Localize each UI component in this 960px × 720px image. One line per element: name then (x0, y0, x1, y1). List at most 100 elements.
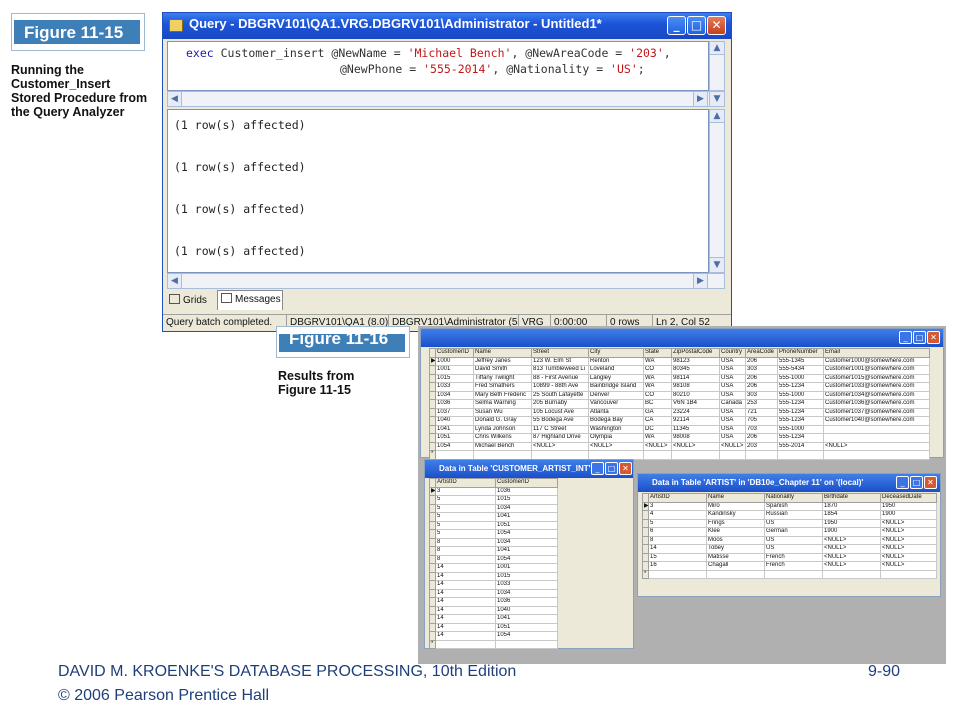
table-row[interactable]: 1015 Tiffany Twilight 88 - First Avenue Lan… (429, 373, 930, 383)
table-row[interactable]: 1040 Donald G. Gray 55 Bodega Ave Bodega Ba… (429, 416, 930, 426)
messages-vscroll[interactable] (709, 109, 725, 273)
table-cell[interactable]: Tobey (706, 544, 765, 554)
table-row[interactable]: 1051 Chris Wilkens 87 Highland Drive Olympi… (429, 433, 930, 443)
table-row[interactable]: 8 1034 (429, 537, 558, 547)
table-cell[interactable]: 14 (435, 588, 496, 598)
messages-scroll-right-button[interactable]: ▶ (693, 273, 708, 289)
table-cell[interactable]: 1051 (495, 520, 558, 530)
table-cell[interactable]: 14 (435, 622, 496, 632)
table-cell[interactable]: <NULL> (822, 544, 881, 554)
new-record-row[interactable]: * (642, 569, 937, 579)
table-cell[interactable]: Chris Wilkens (473, 433, 532, 443)
table-cell[interactable]: <NULL> (822, 535, 881, 545)
column-header[interactable]: Name (706, 493, 765, 503)
table-cell[interactable]: 8 (435, 537, 496, 547)
table-cell[interactable]: 1034 (435, 390, 474, 400)
table-cell[interactable]: German (764, 527, 823, 537)
table-cell[interactable]: 1034 (495, 588, 558, 598)
column-header[interactable]: State (643, 348, 672, 358)
table-cell[interactable]: 23224 (671, 407, 720, 417)
table-cell[interactable]: USA (719, 382, 746, 392)
table-cell[interactable]: 80210 (671, 390, 720, 400)
customer-grid-minimize-button[interactable]: _ (899, 331, 912, 344)
table-cell[interactable] (823, 433, 930, 443)
table-row[interactable]: 14 1041 (429, 614, 558, 624)
row-selector[interactable]: ▶ (429, 486, 436, 496)
table-cell[interactable]: 4 (648, 510, 707, 520)
table-cell[interactable] (531, 450, 589, 460)
column-header[interactable]: ZipPostalCode (671, 348, 720, 358)
table-cell[interactable]: USA (719, 433, 746, 443)
table-cell[interactable]: 1054 (495, 529, 558, 539)
new-record-row[interactable]: * (429, 450, 930, 460)
table-cell[interactable]: <NULL> (719, 441, 746, 451)
artist-grid-close-button[interactable]: ✕ (924, 476, 937, 489)
table-cell[interactable]: 14 (435, 614, 496, 624)
messages-pane[interactable]: (1 row(s) affected) (1 row(s) affected) … (167, 109, 709, 273)
table-cell[interactable]: 1015 (495, 495, 558, 505)
column-header[interactable]: Country (719, 348, 746, 358)
table-cell[interactable]: 87 Highland Drive (531, 433, 589, 443)
table-cell[interactable]: Jeffrey Janes (473, 356, 532, 366)
table-cell[interactable] (473, 450, 532, 460)
table-cell[interactable]: Russian (764, 510, 823, 520)
table-cell[interactable]: Matisse (706, 552, 765, 562)
table-cell[interactable]: V6N 1B4 (671, 399, 720, 409)
customer-grid-maximize-button[interactable]: □ (913, 331, 926, 344)
table-cell[interactable]: Loveland (588, 365, 644, 375)
table-row[interactable]: 15 Matisse French <NULL> <NULL> (642, 552, 937, 562)
table-cell[interactable] (588, 450, 644, 460)
table-cell[interactable]: 1040 (435, 416, 474, 426)
table-cell[interactable]: Customer1034@somewhere.com (823, 390, 930, 400)
table-cell[interactable]: 555-1234 (777, 407, 824, 417)
table-cell[interactable]: CO (643, 365, 672, 375)
table-cell[interactable] (648, 569, 707, 579)
table-row[interactable]: 14 1036 (429, 597, 558, 607)
table-cell[interactable]: 721 (745, 407, 778, 417)
table-cell[interactable]: <NULL> (880, 561, 937, 571)
table-row[interactable]: 5 1034 (429, 503, 558, 513)
table-cell[interactable]: WA (643, 382, 672, 392)
column-header[interactable]: Email (823, 348, 930, 358)
table-cell[interactable]: 1033 (495, 580, 558, 590)
editor-scroll-left-button[interactable]: ◀ (167, 91, 182, 107)
messages-scroll-left-button[interactable]: ◀ (167, 273, 182, 289)
table-cell[interactable]: 555-2014 (777, 441, 824, 451)
table-cell[interactable]: 1041 (435, 424, 474, 434)
table-row[interactable]: 14 1001 (429, 563, 558, 573)
ca-grid-minimize-button[interactable]: _ (591, 462, 604, 475)
ca-grid-maximize-button[interactable]: □ (605, 462, 618, 475)
table-cell[interactable]: 98108 (671, 382, 720, 392)
table-cell[interactable] (719, 450, 746, 460)
table-row[interactable]: ▶ 3 Miro Spanish 1870 1950 (642, 501, 937, 511)
table-cell[interactable]: <NULL> (880, 552, 937, 562)
table-cell[interactable]: 1041 (495, 512, 558, 522)
table-cell[interactable]: 14 (435, 631, 496, 641)
table-cell[interactable]: 1054 (495, 554, 558, 564)
table-cell[interactable]: 1000 (435, 356, 474, 366)
table-row[interactable]: 5 Frings US 1950 <NULL> (642, 518, 937, 528)
table-row[interactable]: ▶ 3 1036 (429, 486, 558, 496)
table-cell[interactable]: 80345 (671, 365, 720, 375)
artist-grid-maximize-button[interactable]: □ (910, 476, 923, 489)
table-cell[interactable]: Vancouver (588, 399, 644, 409)
table-cell[interactable]: Washington (588, 424, 644, 434)
table-cell[interactable]: Customer1037@somewhere.com (823, 407, 930, 417)
table-cell[interactable]: 555-1000 (777, 424, 824, 434)
table-row[interactable]: 14 1015 (429, 571, 558, 581)
table-cell[interactable]: USA (719, 373, 746, 383)
table-cell[interactable]: Donald G. Gray (473, 416, 532, 426)
table-cell[interactable]: 14 (435, 571, 496, 581)
table-cell[interactable]: Renton (588, 356, 644, 366)
table-cell[interactable]: USA (719, 407, 746, 417)
table-cell[interactable]: 1041 (495, 614, 558, 624)
table-cell[interactable]: 555-1234 (777, 433, 824, 443)
table-cell[interactable]: 1051 (435, 433, 474, 443)
table-row[interactable]: 5 1051 (429, 520, 558, 530)
column-header[interactable]: PhoneNumber (777, 348, 824, 358)
table-cell[interactable]: Atlanta (588, 407, 644, 417)
table-cell[interactable]: 98114 (671, 373, 720, 383)
table-cell[interactable] (495, 639, 558, 649)
table-cell[interactable]: DC (643, 424, 672, 434)
table-row[interactable]: 1034 Mary Beth Frederic 25 South Lafayette… (429, 390, 930, 400)
